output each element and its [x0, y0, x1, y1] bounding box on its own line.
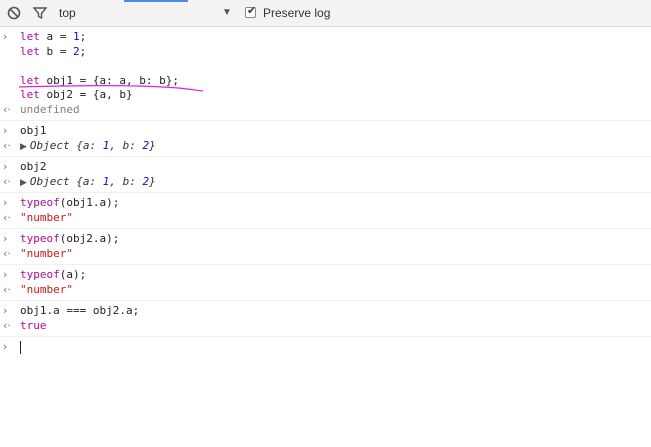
output-value: true [20, 318, 47, 332]
return-arrow-icon: ‹· [3, 138, 11, 152]
chevron-right-icon: › [3, 30, 8, 43]
console-toolbar: top ▼ ✔ Preserve log [0, 0, 651, 27]
input-text: obj1.a === obj2.a; [20, 304, 140, 317]
active-tab-indicator [124, 0, 188, 2]
dropdown-arrow-icon[interactable]: ▼ [222, 7, 232, 18]
input-line: › obj2 [0, 160, 651, 175]
input-line: › obj1 [0, 124, 651, 139]
prompt-chevron-icon: › [3, 340, 8, 353]
output-line: ‹· undefined [0, 103, 651, 118]
chevron-right-icon: › [3, 196, 8, 209]
input-line: › typeof(obj2.a); [3, 232, 120, 245]
console-entry: › obj1.a === obj2.a; ‹· true [0, 301, 651, 337]
console-output[interactable]: › let a = 1; let b = 2; let obj1 = {a: a,… [0, 27, 651, 358]
output-line: ‹· true [0, 319, 651, 334]
return-arrow-icon: ‹· [3, 210, 11, 224]
prompt-line[interactable]: › [0, 340, 651, 355]
chevron-right-icon: › [3, 304, 8, 317]
input-line: › obj1.a === obj2.a; [0, 304, 651, 319]
output-value: undefined [20, 102, 80, 116]
clear-console-icon[interactable] [7, 6, 21, 20]
output-line[interactable]: ‹· ▶ Object {a: 1, b: 2} [0, 175, 651, 190]
expand-triangle-icon[interactable]: ▶ [20, 140, 27, 155]
return-arrow-icon: ‹· [3, 174, 11, 188]
input-line: › typeof(a); [3, 268, 87, 281]
output-line: ‹· "number" [0, 211, 651, 226]
output-value: "number" [20, 246, 73, 260]
text-cursor [20, 340, 21, 354]
input-text: obj1 [20, 124, 47, 137]
chevron-right-icon: › [3, 268, 8, 281]
console-entry: › let a = 1; let b = 2; let obj1 = {a: a,… [0, 27, 651, 121]
return-arrow-icon: ‹· [3, 318, 11, 332]
input-text: obj2 [20, 160, 47, 173]
console-entry: › typeof(obj1.a); ‹· "number" [0, 193, 651, 229]
chevron-right-icon: › [3, 232, 8, 245]
filter-icon[interactable] [33, 6, 47, 20]
expand-triangle-icon[interactable]: ▶ [20, 176, 27, 191]
highlight-annotation [18, 84, 204, 92]
chevron-right-icon: › [3, 160, 8, 173]
context-selector[interactable]: top [59, 6, 76, 20]
input-line: › typeof(obj1.a); [3, 196, 120, 209]
console-entry: › obj1 ‹· ▶ Object {a: 1, b: 2} [0, 121, 651, 157]
checkmark-icon: ✔ [247, 4, 257, 17]
return-arrow-icon: ‹· [3, 282, 11, 296]
return-arrow-icon: ‹· [3, 246, 11, 260]
console-entry: › obj2 ‹· ▶ Object {a: 1, b: 2} [0, 157, 651, 193]
output-value: "number" [20, 282, 73, 296]
input-line: › let a = 1; [3, 30, 87, 43]
preserve-log-label[interactable]: Preserve log [263, 6, 330, 20]
return-arrow-icon: ‹· [3, 102, 11, 116]
input-line: let b = 2; [20, 44, 87, 58]
input-line [0, 59, 651, 74]
output-value: "number" [20, 210, 73, 224]
console-prompt[interactable]: › [0, 337, 651, 358]
preserve-log-checkbox[interactable]: ✔ [245, 4, 257, 18]
output-line: ‹· "number" [0, 283, 651, 298]
console-entry: › typeof(obj2.a); ‹· "number" [0, 229, 651, 265]
output-line[interactable]: ‹· ▶ Object {a: 1, b: 2} [0, 139, 651, 154]
chevron-right-icon: › [3, 124, 8, 137]
console-entry: › typeof(a); ‹· "number" [0, 265, 651, 301]
output-line: ‹· "number" [0, 247, 651, 262]
